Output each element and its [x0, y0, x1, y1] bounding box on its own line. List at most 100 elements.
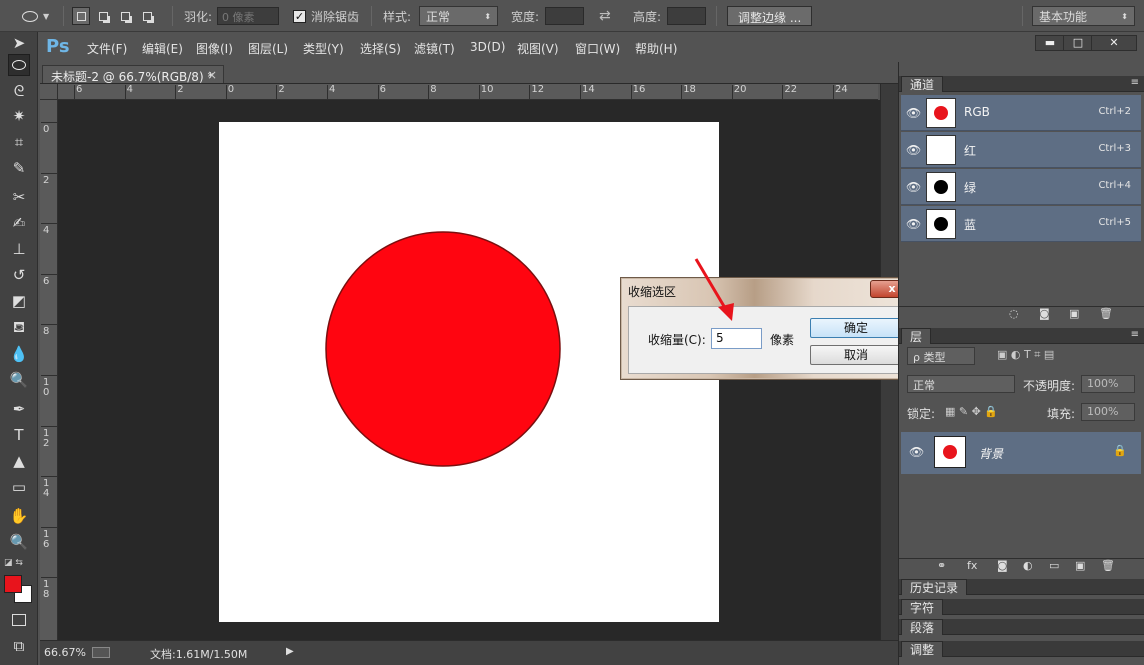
- eye-icon[interactable]: 👁: [906, 143, 921, 157]
- channel-row[interactable]: 👁 RGB Ctrl+2: [901, 95, 1141, 131]
- move-tool-icon[interactable]: ➤: [8, 32, 30, 54]
- layer-row-background[interactable]: 👁 背景 🔒: [901, 432, 1141, 474]
- swap-dimensions-button[interactable]: ⇄: [599, 0, 611, 32]
- ruler-tick-label: 8: [430, 84, 437, 95]
- tab-character[interactable]: 字符: [901, 599, 944, 615]
- document-tab[interactable]: 未标题-2 @ 66.7%(RGB/8) * ×: [42, 65, 224, 84]
- tab-history[interactable]: 历史记录: [901, 579, 968, 595]
- workspace-select[interactable]: 基本功能 ⬍: [1032, 6, 1135, 26]
- eye-icon[interactable]: 👁: [906, 180, 921, 194]
- crop-tool-icon[interactable]: ⌗: [8, 131, 30, 153]
- close-button[interactable]: ✕: [1091, 35, 1137, 51]
- red-circle-shape[interactable]: [325, 231, 561, 467]
- style-select[interactable]: 正常 ⬍: [419, 6, 499, 26]
- height-input[interactable]: [667, 7, 707, 25]
- brush-tool-icon[interactable]: ✍: [8, 212, 30, 234]
- eraser-tool-icon[interactable]: ◩: [8, 290, 30, 312]
- eye-icon[interactable]: 👁: [906, 217, 921, 231]
- new-layer-icon[interactable]: ▣: [1075, 559, 1085, 572]
- antialias-checkbox[interactable]: ✓: [293, 9, 306, 23]
- close-tab-icon[interactable]: ×: [207, 68, 217, 82]
- menu-help[interactable]: 帮助(H): [635, 40, 677, 57]
- panel-menu-icon[interactable]: ≡: [1131, 77, 1139, 88]
- menu-type[interactable]: 类型(Y): [303, 40, 344, 57]
- status-menu-arrow-icon[interactable]: ▶: [286, 646, 294, 657]
- tab-layers[interactable]: 层: [901, 328, 932, 344]
- tab-channels[interactable]: 通道: [901, 76, 944, 92]
- elliptical-marquee-tool-icon[interactable]: [8, 54, 30, 76]
- dodge-tool-icon[interactable]: 🔍: [8, 369, 30, 391]
- zoom-level[interactable]: 66.67%: [44, 646, 86, 659]
- clone-stamp-icon[interactable]: ⊥: [8, 238, 30, 260]
- blend-mode-select[interactable]: 正常: [907, 375, 1015, 393]
- quick-mask-icon[interactable]: [8, 609, 30, 631]
- new-channel-icon[interactable]: ▣: [1069, 307, 1079, 320]
- new-selection-button[interactable]: [72, 7, 90, 25]
- adjustment-layer-icon[interactable]: ◐: [1023, 559, 1033, 572]
- ruler-origin[interactable]: [40, 84, 58, 100]
- refine-edge-button[interactable]: 调整边缘 ...: [727, 6, 813, 26]
- ok-button[interactable]: 确定: [810, 318, 902, 338]
- menu-layer[interactable]: 图层(L): [248, 40, 288, 57]
- channel-row[interactable]: 👁 绿 Ctrl+4: [901, 169, 1141, 205]
- blur-tool-icon[interactable]: 💧: [8, 343, 30, 365]
- intersect-selection-button[interactable]: [138, 7, 156, 25]
- menu-image[interactable]: 图像(I): [196, 40, 233, 57]
- status-settings-icon[interactable]: [92, 647, 110, 658]
- menu-window[interactable]: 窗口(W): [575, 40, 620, 57]
- contract-by-input[interactable]: 5: [711, 328, 762, 349]
- eye-icon[interactable]: 👁: [906, 106, 921, 120]
- new-group-icon[interactable]: ▭: [1049, 559, 1059, 572]
- menu-view[interactable]: 视图(V): [517, 40, 559, 57]
- layer-filter-select[interactable]: ρ 类型: [907, 347, 975, 365]
- layer-style-icon[interactable]: fx: [967, 559, 977, 572]
- opacity-input[interactable]: 100%: [1081, 375, 1135, 393]
- healing-brush-icon[interactable]: ✂: [8, 186, 30, 208]
- marquee-tool-preset[interactable]: ▼: [22, 0, 49, 32]
- minimize-button[interactable]: ▬: [1035, 35, 1065, 51]
- link-layers-icon[interactable]: ⚭: [937, 559, 946, 572]
- delete-channel-icon[interactable]: 🗑: [1099, 307, 1113, 320]
- eyedropper-icon[interactable]: ✎: [8, 157, 30, 179]
- menu-3d[interactable]: 3D(D): [470, 40, 505, 54]
- layer-filter-icons[interactable]: ▣ ◐ T ⌗ ▤: [997, 348, 1054, 362]
- eye-icon[interactable]: 👁: [909, 445, 924, 459]
- feather-input[interactable]: 0 像素: [217, 7, 280, 25]
- maximize-button[interactable]: □: [1063, 35, 1093, 51]
- ellipse-marquee-icon: [22, 10, 38, 22]
- width-input[interactable]: [545, 7, 585, 25]
- tab-adjustments[interactable]: 调整: [901, 641, 944, 657]
- default-colors-icon[interactable]: ◪ ⇆: [4, 558, 23, 568]
- style-select-value: 正常: [426, 9, 451, 24]
- add-mask-icon[interactable]: ◙: [997, 559, 1008, 572]
- pen-tool-icon[interactable]: ✒: [8, 398, 30, 420]
- cancel-button[interactable]: 取消: [810, 345, 902, 365]
- save-selection-icon[interactable]: ◙: [1039, 307, 1050, 320]
- load-selection-icon[interactable]: ◌: [1009, 307, 1019, 320]
- type-tool-icon[interactable]: T: [8, 424, 30, 446]
- menu-filter[interactable]: 滤镜(T): [414, 40, 455, 57]
- panel-menu-icon[interactable]: ≡: [1131, 329, 1139, 340]
- foreground-color-swatch[interactable]: [4, 575, 22, 593]
- zoom-tool-icon[interactable]: 🔍: [8, 531, 30, 553]
- hand-tool-icon[interactable]: ✋: [8, 505, 30, 527]
- history-brush-icon[interactable]: ↺: [8, 264, 30, 286]
- subtract-selection-button[interactable]: [116, 7, 134, 25]
- delete-layer-icon[interactable]: 🗑: [1101, 559, 1115, 572]
- tab-paragraph[interactable]: 段落: [901, 619, 944, 635]
- channel-row[interactable]: 👁 蓝 Ctrl+5: [901, 206, 1141, 242]
- tools-panel: ➤ ᘓ ✷ ⌗ ✎ ✂ ✍ ⊥ ↺ ◩ ⛾ 💧 🔍 ✒ T ▲ ▭ ✋ 🔍 ◪ …: [0, 32, 38, 665]
- fill-input[interactable]: 100%: [1081, 403, 1135, 421]
- paint-bucket-icon[interactable]: ⛾: [8, 317, 30, 339]
- add-selection-button[interactable]: [94, 7, 112, 25]
- lock-icons[interactable]: ▦ ✎ ✥ 🔒: [945, 405, 998, 418]
- rectangle-tool-icon[interactable]: ▭: [8, 476, 30, 498]
- lasso-tool-icon[interactable]: ᘓ: [8, 80, 30, 102]
- menu-select[interactable]: 选择(S): [360, 40, 401, 57]
- menu-file[interactable]: 文件(F): [87, 40, 127, 57]
- menu-edit[interactable]: 编辑(E): [142, 40, 183, 57]
- channel-row[interactable]: 👁 红 Ctrl+3: [901, 132, 1141, 168]
- magic-wand-icon[interactable]: ✷: [8, 105, 30, 127]
- path-selection-icon[interactable]: ▲: [8, 450, 30, 472]
- screen-mode-icon[interactable]: ⧉: [8, 635, 30, 657]
